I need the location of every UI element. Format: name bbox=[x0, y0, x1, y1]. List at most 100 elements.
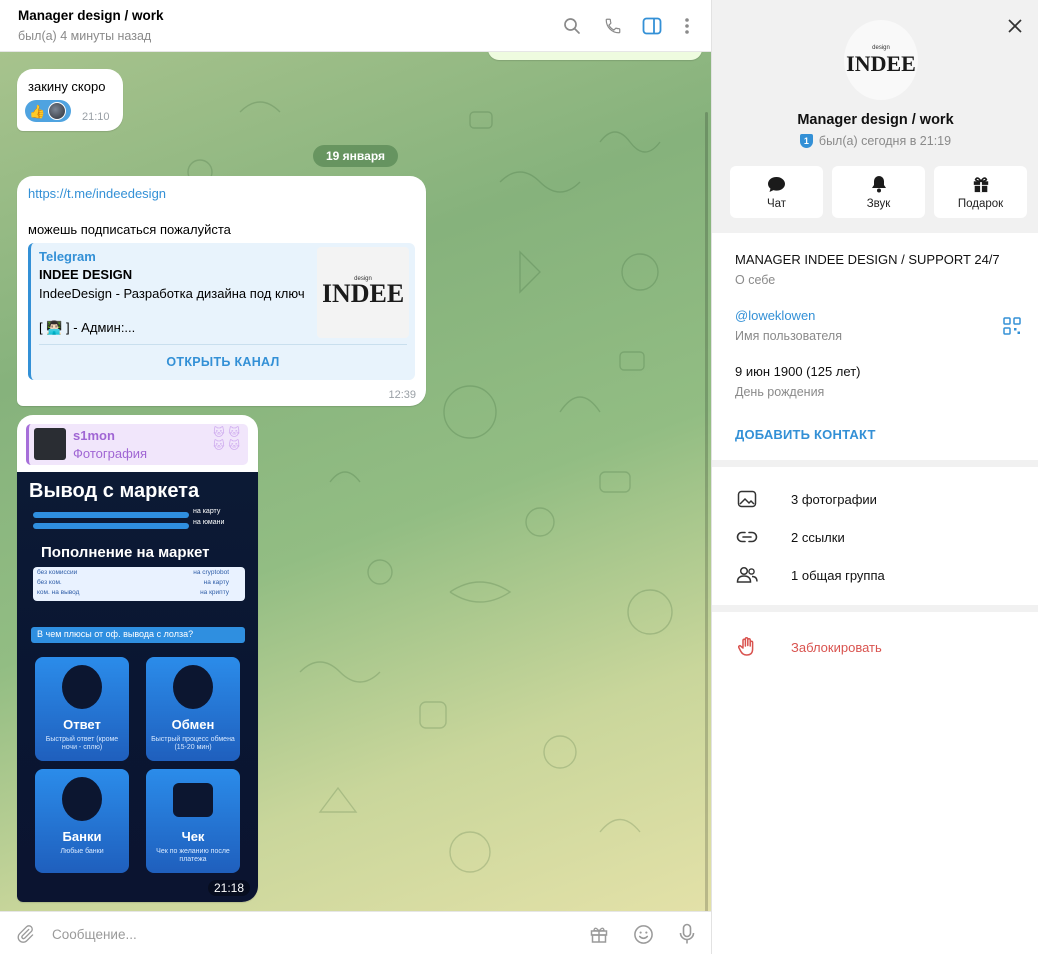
envelope-icon bbox=[173, 783, 213, 817]
shared-media-section: 3 фотографии 2 ссылки 1 общая группа bbox=[712, 467, 1038, 605]
close-icon[interactable] bbox=[1003, 14, 1027, 38]
add-contact-button[interactable]: ДОБАВИТЬ КОНТАКТ bbox=[735, 427, 876, 442]
photo-bar bbox=[33, 523, 189, 529]
chat-title[interactable]: Manager design / work bbox=[18, 8, 164, 23]
message-bubble[interactable]: https://t.me/indeedesign можешь подписат… bbox=[17, 176, 426, 406]
fee-label: на cryptobot bbox=[193, 569, 229, 576]
feature-card-subtitle: Чек по желанию после платежа bbox=[156, 848, 230, 863]
message-input[interactable] bbox=[52, 922, 552, 946]
media-links-label: 2 ссылки bbox=[791, 529, 845, 545]
profile-birthday: 9 июн 1900 (125 лет) bbox=[735, 364, 861, 379]
media-photos-label: 3 фотографии bbox=[791, 491, 877, 507]
feature-card-title: Обмен bbox=[171, 717, 215, 732]
link-preview[interactable]: Telegram INDEE DESIGN IndeeDesign - Разр… bbox=[28, 243, 415, 380]
question-banner: В чем плюсы от оф. вывода с лолза? bbox=[31, 627, 245, 643]
attach-icon[interactable] bbox=[13, 922, 37, 946]
hacker-icon bbox=[62, 665, 102, 709]
gift-icon[interactable] bbox=[587, 922, 611, 946]
previous-message-bubble bbox=[488, 52, 702, 60]
profile-birthday-label: День рождения bbox=[735, 385, 825, 399]
forward-sender[interactable]: s1mon bbox=[73, 428, 115, 443]
message-bubble[interactable]: закину скоро 👍 21:10 bbox=[17, 69, 123, 131]
media-row-groups[interactable]: 1 общая группа bbox=[712, 557, 1038, 593]
more-vertical-icon[interactable] bbox=[675, 14, 699, 38]
chat-scrollbar[interactable] bbox=[705, 112, 708, 911]
preview-title: INDEE DESIGN bbox=[39, 267, 133, 282]
forward-type: Фотография bbox=[73, 446, 148, 461]
chat-column: Manager design / work был(а) 4 минуты на… bbox=[0, 0, 711, 954]
message-bubble[interactable]: s1mon Фотография 🐱🐱 🐱🐱 Вывод с маркета на… bbox=[17, 415, 258, 902]
fee-panel: без комиссии на cryptobot без ком. на ка… bbox=[33, 567, 245, 601]
chat-status: был(а) 4 минуты назад bbox=[18, 29, 152, 43]
message-time: 21:10 bbox=[82, 111, 110, 123]
forwarded-header[interactable]: s1mon Фотография 🐱🐱 🐱🐱 bbox=[26, 424, 248, 465]
profile-bio-label: О себе bbox=[735, 273, 776, 287]
link-icon bbox=[736, 526, 758, 548]
photo-row-label: на карту bbox=[193, 508, 221, 515]
photo-heading-1: Вывод с маркета bbox=[29, 480, 200, 502]
profile-username-label: Имя пользователя bbox=[735, 329, 842, 343]
feature-card: Ответ Быстрый ответ (кроме ночи - сплю) bbox=[35, 657, 129, 761]
chat-button[interactable]: Чат bbox=[730, 166, 823, 218]
photo-heading-2: Пополнение на маркет bbox=[41, 544, 210, 561]
profile-username[interactable]: @loweklowen bbox=[735, 308, 815, 323]
fee-label: на карту bbox=[203, 579, 229, 586]
fee-label: без ком. bbox=[37, 579, 62, 586]
reactor-avatar bbox=[48, 102, 67, 120]
chat-bubble-icon bbox=[767, 175, 786, 193]
profile-status-row: 1 был(а) сегодня в 21:19 bbox=[712, 134, 1038, 148]
indee-logo: INDEE design bbox=[323, 276, 403, 308]
message-text: можешь подписаться пожалуйста bbox=[28, 222, 231, 237]
feature-card-subtitle: Быстрый ответ (кроме ночи - сплю) bbox=[45, 736, 119, 751]
fee-label: ком. на вывод bbox=[37, 589, 80, 596]
hand-stop-icon bbox=[736, 636, 758, 658]
emoji-icon[interactable] bbox=[631, 922, 655, 946]
photo-row-label: на юмани bbox=[193, 519, 225, 526]
photo-icon bbox=[736, 488, 758, 510]
sidebar-toggle-icon[interactable] bbox=[640, 14, 664, 38]
microphone-icon[interactable] bbox=[675, 922, 699, 946]
feature-card-title: Чек bbox=[181, 829, 205, 844]
robot-icon bbox=[62, 777, 102, 821]
composer bbox=[0, 911, 711, 954]
profile-avatar[interactable]: INDEE design bbox=[844, 20, 918, 100]
media-row-photos[interactable]: 3 фотографии bbox=[712, 481, 1038, 517]
profile-panel: INDEE design Manager design / work 1 был… bbox=[711, 0, 1038, 954]
preview-site-name: Telegram bbox=[39, 249, 96, 264]
svg-text:design: design bbox=[354, 276, 372, 282]
phone-icon[interactable] bbox=[601, 14, 625, 38]
feature-card-subtitle: Быстрый процесс обмена (15-20 мин) bbox=[151, 736, 235, 751]
feature-card-subtitle: Любые банки bbox=[60, 848, 104, 855]
media-row-links[interactable]: 2 ссылки bbox=[712, 519, 1038, 555]
message-link[interactable]: https://t.me/indeedesign bbox=[28, 186, 166, 201]
preview-thumbnail[interactable]: INDEE design bbox=[317, 247, 409, 338]
feature-card-title: Банки bbox=[62, 829, 102, 844]
sound-button[interactable]: Звук bbox=[832, 166, 925, 218]
forward-thumbnail bbox=[34, 428, 66, 460]
indee-logo: INDEE design bbox=[846, 45, 916, 76]
question-text: В чем плюсы от оф. вывода с лолза? bbox=[37, 629, 194, 639]
profile-info-section: MANAGER INDEE DESIGN / SUPPORT 24/7 О се… bbox=[712, 233, 1038, 460]
profile-header: INDEE design Manager design / work 1 был… bbox=[712, 0, 1038, 233]
date-separator: 19 января bbox=[313, 145, 398, 167]
open-channel-button[interactable]: ОТКРЫТЬ КАНАЛ bbox=[31, 347, 415, 377]
fee-label: без комиссии bbox=[37, 569, 78, 576]
message-time: 12:39 bbox=[388, 389, 416, 401]
profile-name: Manager design / work bbox=[797, 112, 954, 128]
preview-description: IndeeDesign - Разработка дизайна под клю… bbox=[39, 286, 305, 301]
preview-admin-line: [ 👨🏻‍💻 ] - Админ:... bbox=[39, 320, 136, 335]
chat-background[interactable]: закину скоро 👍 21:10 19 января https://t… bbox=[0, 52, 711, 911]
svg-text:design: design bbox=[872, 45, 890, 51]
svg-text:INDEE: INDEE bbox=[846, 51, 916, 76]
photo-bar bbox=[33, 512, 189, 518]
spy-icon bbox=[173, 665, 213, 709]
feature-card: Банки Любые банки bbox=[35, 769, 129, 873]
block-section: Заблокировать bbox=[712, 612, 1038, 954]
reaction-badge[interactable]: 👍 bbox=[25, 100, 71, 122]
qr-code-icon[interactable] bbox=[1003, 317, 1021, 335]
block-button[interactable]: Заблокировать bbox=[712, 633, 1038, 663]
search-icon[interactable] bbox=[560, 14, 584, 38]
gift-button[interactable]: Подарок bbox=[934, 166, 1027, 218]
feature-card-title: Ответ bbox=[63, 717, 101, 732]
message-photo[interactable]: Вывод с маркета на карту на юмани Пополн… bbox=[17, 472, 258, 902]
